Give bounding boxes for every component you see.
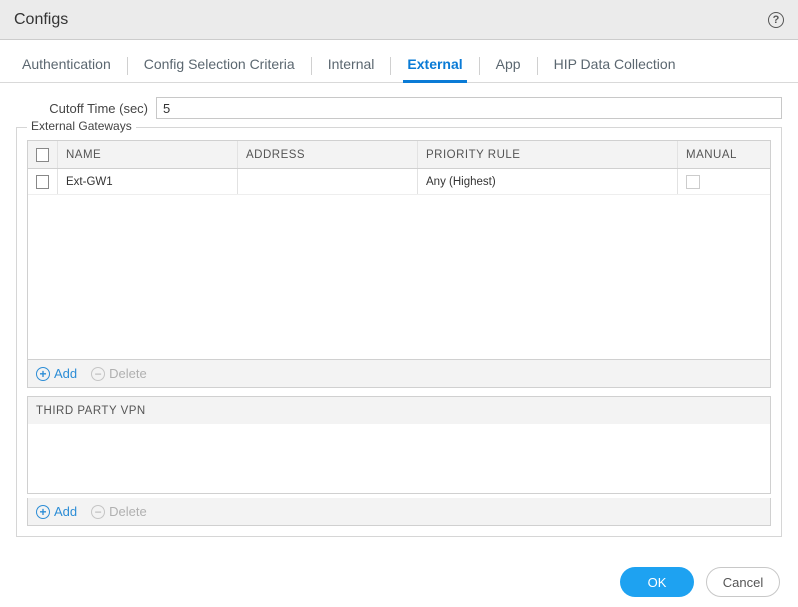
external-gateways-legend: External Gateways [27,119,136,133]
cutoff-label: Cutoff Time (sec) [16,101,148,116]
ok-button[interactable]: OK [620,567,694,597]
cancel-button[interactable]: Cancel [706,567,780,597]
delete-label: Delete [109,504,147,519]
tab-divider [311,57,312,75]
plus-icon: + [36,367,50,381]
add-gateway-button[interactable]: + Add [36,366,77,381]
delete-gateway-button[interactable]: − Delete [91,366,147,381]
cutoff-time-input[interactable] [156,97,782,119]
minus-icon: − [91,367,105,381]
row-manual-checkbox[interactable] [686,175,700,189]
delete-label: Delete [109,366,147,381]
tab-authentication[interactable]: Authentication [18,50,115,82]
help-icon[interactable]: ? [768,12,784,28]
row-select-cell[interactable] [28,169,58,194]
minus-icon: − [91,505,105,519]
third-party-toolbar: + Add − Delete [27,498,771,526]
col-name-header[interactable]: NAME [58,141,238,168]
col-manual-header[interactable]: MANUAL [678,141,770,168]
tab-app[interactable]: App [492,50,525,82]
add-vpn-button[interactable]: + Add [36,504,77,519]
grid-body: Ext-GW1 Any (Highest) [28,169,770,359]
tab-bar: Authentication Config Selection Criteria… [0,40,798,83]
external-gateways-grid: NAME ADDRESS PRIORITY RULE MANUAL Ext-GW… [27,140,771,388]
tab-external[interactable]: External [403,50,466,82]
plus-icon: + [36,505,50,519]
table-row[interactable]: Ext-GW1 Any (Highest) [28,169,770,195]
row-priority-cell[interactable]: Any (Highest) [418,169,678,194]
tab-config-selection-criteria[interactable]: Config Selection Criteria [140,50,299,82]
col-priority-header[interactable]: PRIORITY RULE [418,141,678,168]
tab-divider [390,57,391,75]
select-all-checkbox[interactable] [36,148,49,162]
tab-divider [127,57,128,75]
select-all-cell[interactable] [28,141,58,168]
row-name-cell[interactable]: Ext-GW1 [58,169,238,194]
grid-header: NAME ADDRESS PRIORITY RULE MANUAL [28,141,770,169]
add-label: Add [54,504,77,519]
col-address-header[interactable]: ADDRESS [238,141,418,168]
tab-internal[interactable]: Internal [324,50,379,82]
tab-divider [537,57,538,75]
tab-hip-data-collection[interactable]: HIP Data Collection [550,50,680,82]
grid-toolbar: + Add − Delete [28,359,770,387]
window-title: Configs [14,11,68,29]
dialog-footer: OK Cancel [0,553,798,607]
cutoff-field-row: Cutoff Time (sec) [10,93,788,121]
add-label: Add [54,366,77,381]
delete-vpn-button[interactable]: − Delete [91,504,147,519]
third-party-vpn-grid [27,424,771,494]
row-address-cell[interactable] [238,169,418,194]
external-gateways-group: External Gateways NAME ADDRESS PRIORITY … [16,127,782,537]
third-party-vpn-header: THIRD PARTY VPN [27,396,771,424]
row-checkbox[interactable] [36,175,49,189]
titlebar: Configs ? [0,0,798,40]
tab-divider [479,57,480,75]
row-manual-cell[interactable] [678,169,770,194]
